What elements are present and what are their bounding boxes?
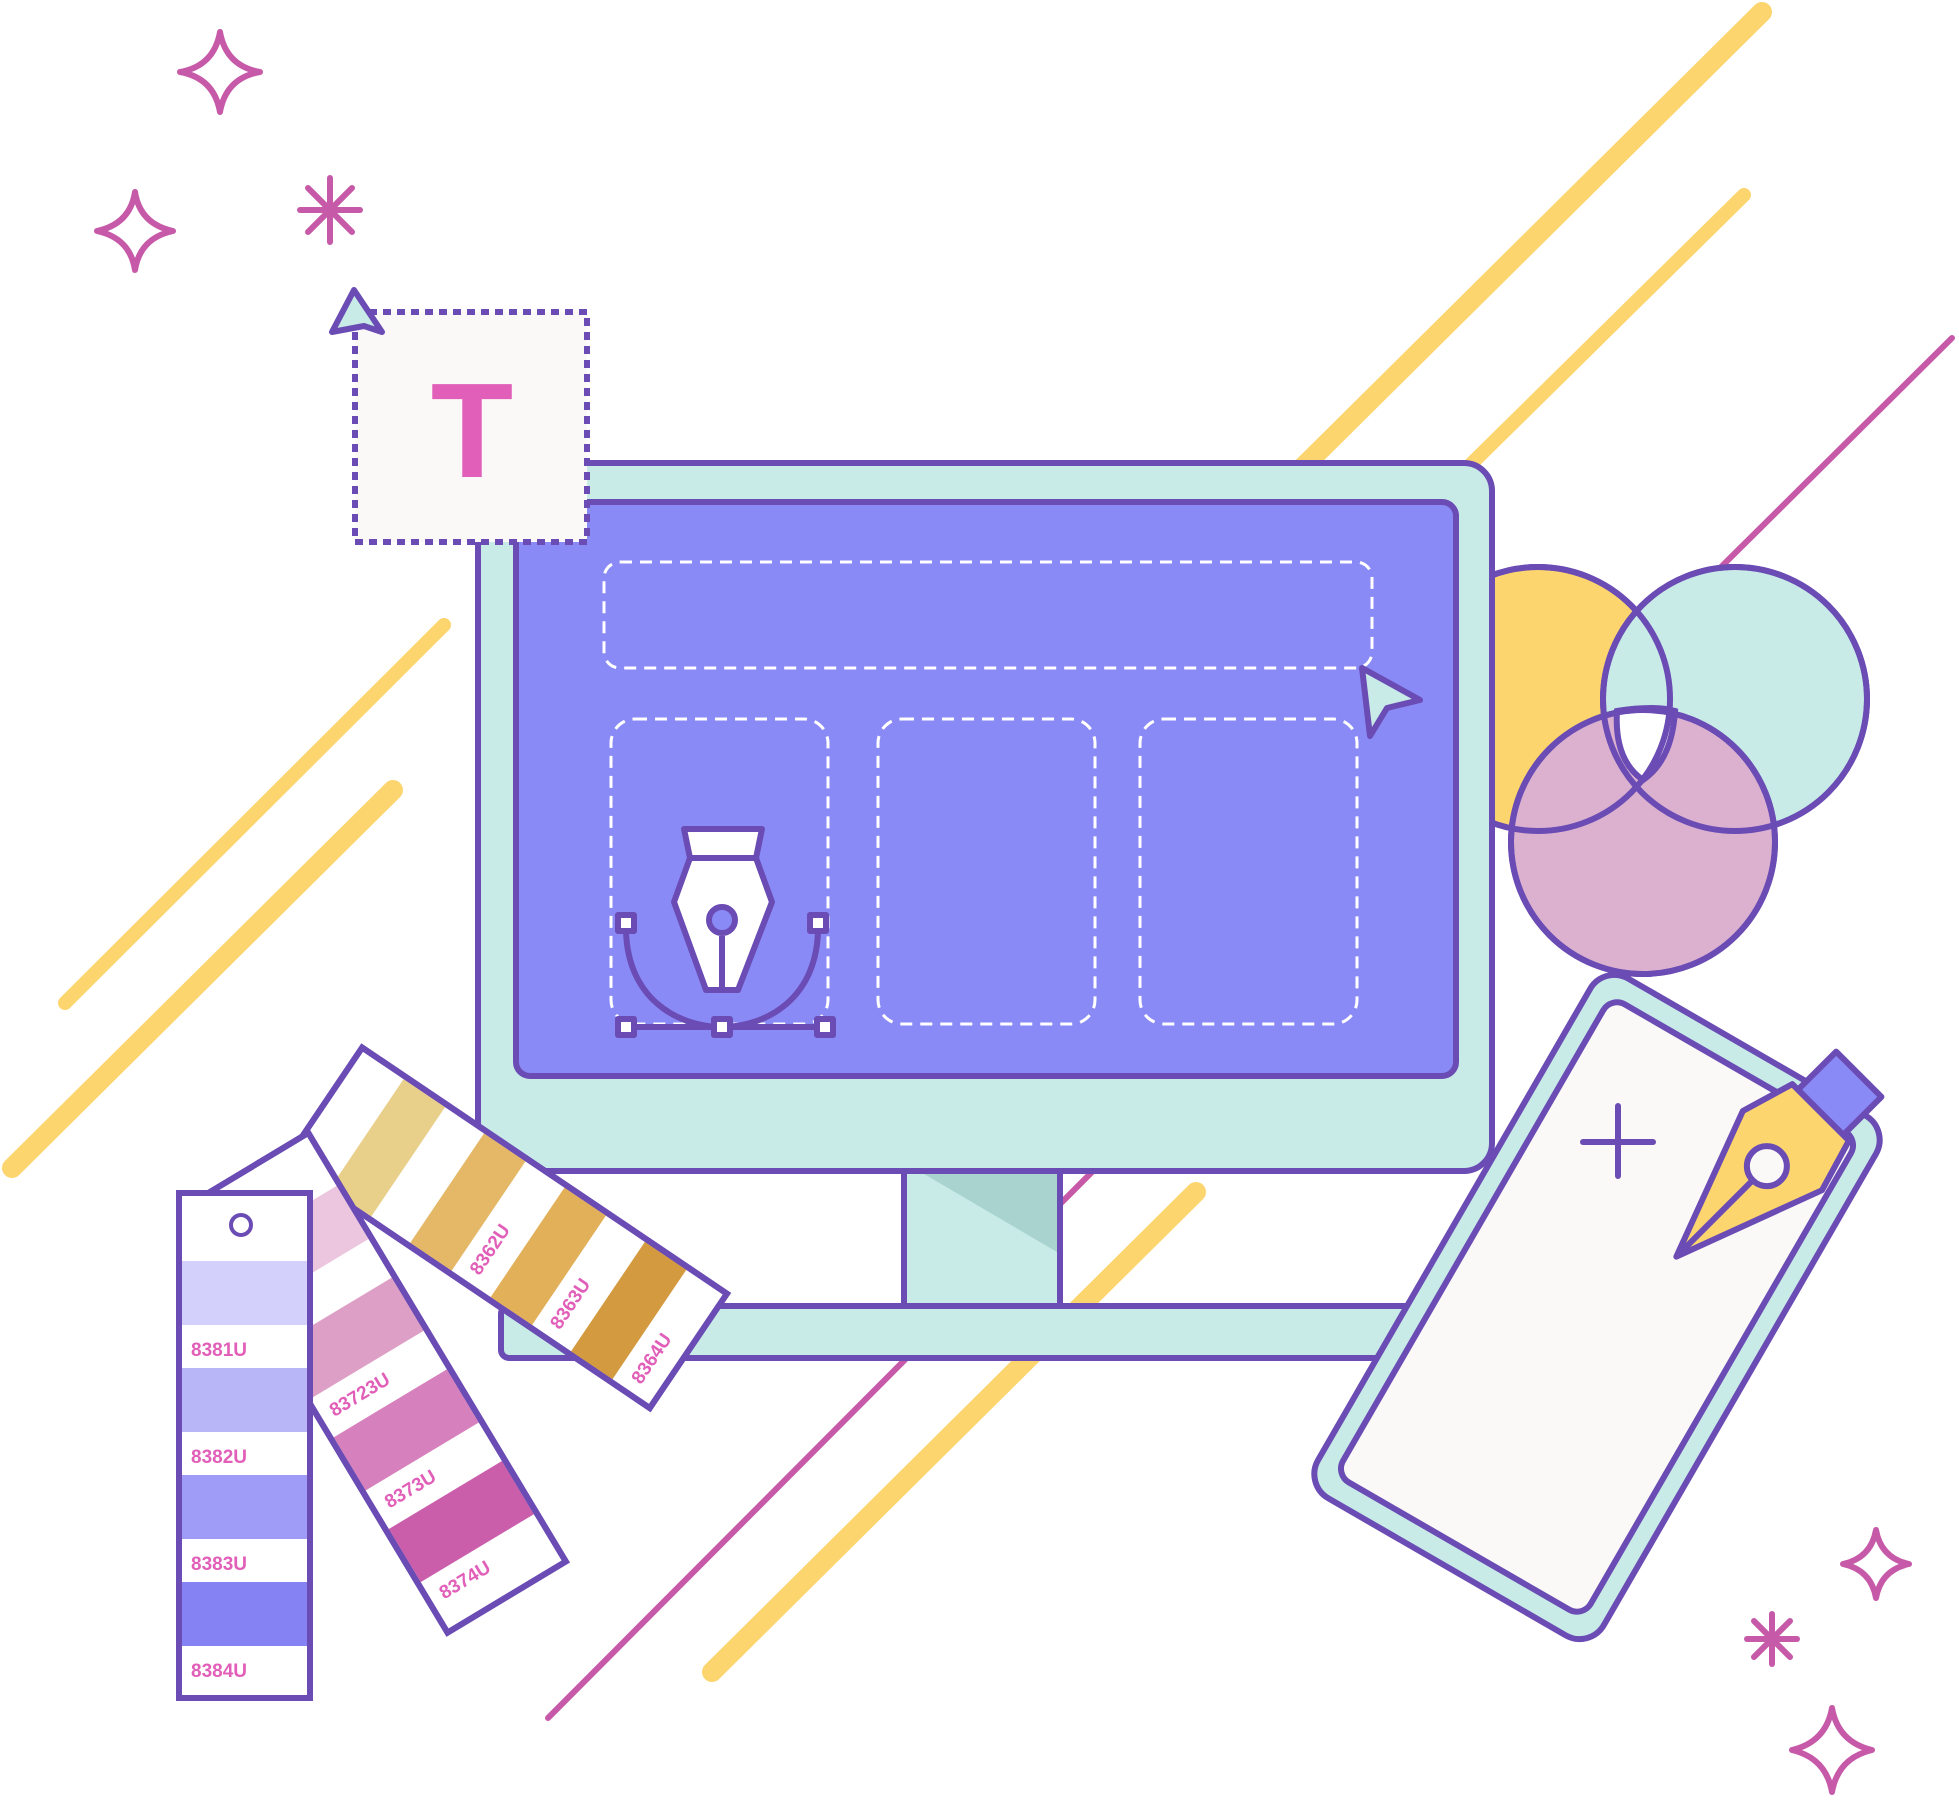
sparkle-icon <box>1840 1527 1912 1601</box>
yellow-line-3 <box>58 618 451 1010</box>
yellow-line-2 <box>1453 188 1751 482</box>
swatch-hole-icon <box>229 1213 253 1237</box>
design-illustration: T 8362U 8363U 8364U U 83723U 8373U 8374U <box>2 2 1955 1795</box>
swatch-label: 8384U <box>191 1661 247 1682</box>
swatch-card-purple: 8381U 8382U 8383U 8384U <box>176 1190 313 1701</box>
sparkle-icon <box>94 189 176 273</box>
swatch-color-band <box>182 1368 307 1432</box>
monitor-screen <box>513 499 1459 1079</box>
swatch-label: 8383U <box>191 1554 247 1575</box>
swatch-label: 8381U <box>191 1340 247 1361</box>
magenta-line-1 <box>1715 335 1955 573</box>
sparkle-icon <box>1789 1705 1875 1795</box>
asterisk-icon <box>1744 1611 1800 1667</box>
text-tool-box: T <box>329 287 590 545</box>
swatch-color-band <box>182 1261 307 1325</box>
swatch-label: 8382U <box>191 1447 247 1468</box>
swatch-color-band <box>182 1475 307 1539</box>
asterisk-icon <box>297 175 363 245</box>
monitor <box>475 460 1495 1361</box>
text-tool-label: T <box>431 355 513 506</box>
sparkle-icon <box>177 29 263 115</box>
swatch-color-band <box>182 1582 307 1646</box>
